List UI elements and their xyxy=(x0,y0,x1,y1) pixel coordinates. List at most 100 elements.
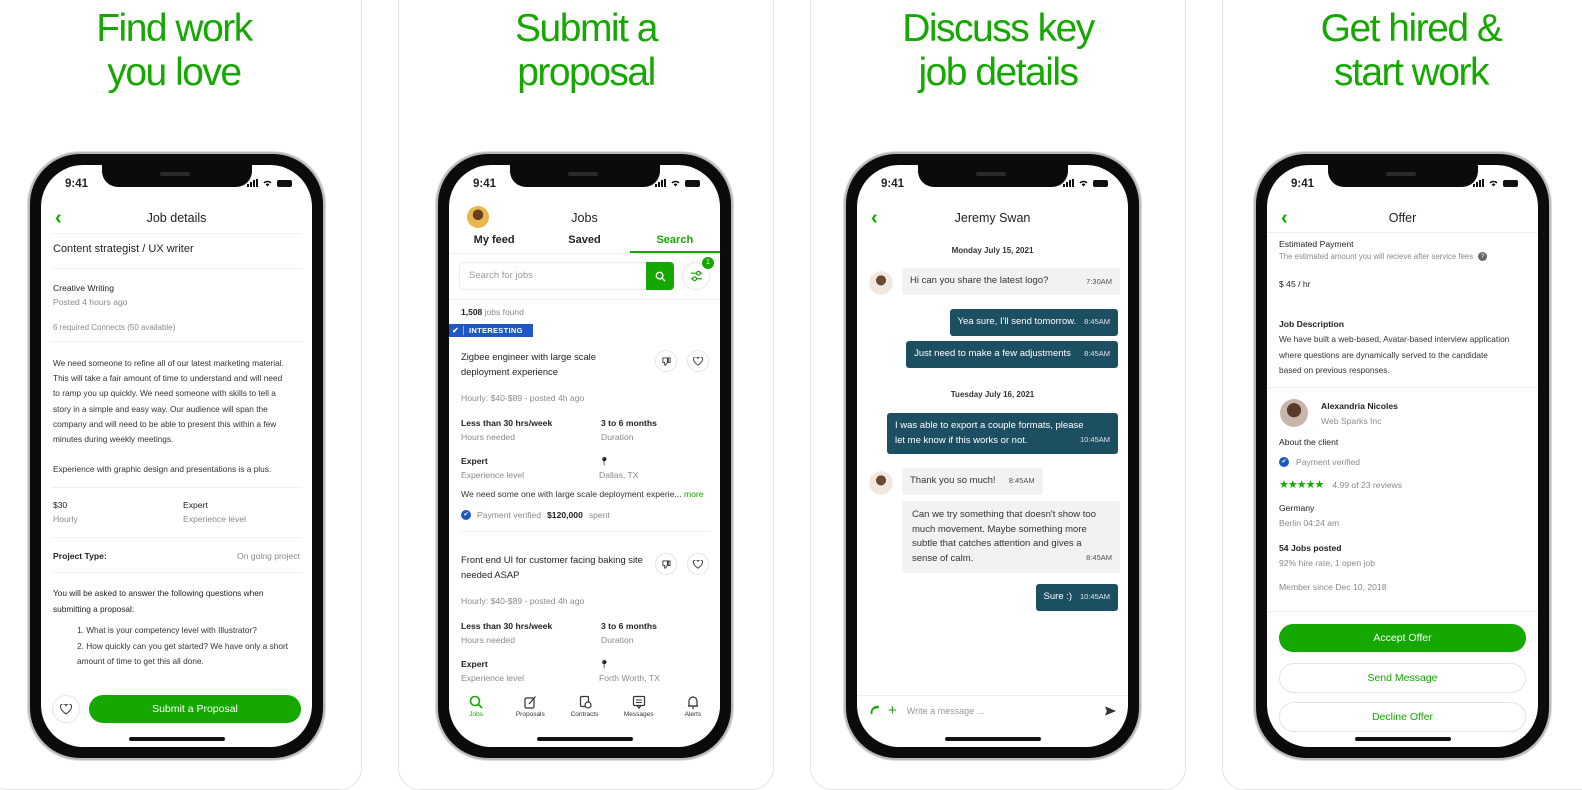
nav-bar: ‹ Jeremy Swan xyxy=(857,205,1128,231)
search-input[interactable]: Search for jobs xyxy=(459,262,646,290)
message-incoming: Hi can you share the latest logo? 7:30AM xyxy=(902,268,1120,295)
client-country: Germany xyxy=(1279,503,1315,513)
project-type-value: On going project xyxy=(236,551,300,561)
phone-jobs: 9:41 Jobs My feed Saved Search Search fo… xyxy=(436,152,733,760)
job-tabs: My feed Saved Search xyxy=(449,229,720,253)
phone-job-details: 9:41 ‹ Job details Content strategist / … xyxy=(28,152,325,760)
dislike-button[interactable] xyxy=(655,350,677,372)
tab-jobs[interactable]: Jobs xyxy=(449,691,503,727)
search-row: Search for jobs 1 xyxy=(459,257,714,291)
signal-icon xyxy=(655,179,666,187)
more-link[interactable]: more xyxy=(684,489,704,499)
edit-document-icon xyxy=(524,696,537,709)
accept-offer-button[interactable]: Accept Offer xyxy=(1279,624,1526,652)
screen: 9:41 Jobs My feed Saved Search Search fo… xyxy=(449,165,720,747)
job-listing-title[interactable]: Zigbee engineer with large scale deployme… xyxy=(461,349,596,379)
location-pin-icon: 📍︎ xyxy=(599,659,610,669)
wifi-icon xyxy=(263,180,272,187)
heart-icon xyxy=(693,559,703,569)
home-indicator xyxy=(128,737,225,741)
headline: Discuss key job details xyxy=(902,7,1095,94)
battery-icon xyxy=(1503,179,1518,187)
message-outgoing: I was able to export a couple formats, p… xyxy=(887,413,1118,454)
save-listing-button[interactable] xyxy=(687,350,709,372)
rate: $30 Hourly xyxy=(53,500,78,524)
notch xyxy=(917,165,1068,187)
tab-contracts[interactable]: Contracts xyxy=(557,691,611,727)
about-client-label: About the client xyxy=(1279,437,1339,447)
battery-icon xyxy=(277,179,292,187)
verified-check-icon: ✔ xyxy=(1279,457,1289,467)
message-outgoing: Just need to make a few adjustments 8:45… xyxy=(906,341,1118,368)
hire-rate: 92% hire rate, 1 open job xyxy=(1279,558,1376,568)
experience-level: Expert Experience level xyxy=(461,456,525,480)
tab-alerts[interactable]: Alerts xyxy=(666,691,720,727)
results-count: 1,508 jobs found xyxy=(461,307,524,317)
posted-time: Posted 4 hours ago xyxy=(53,297,128,307)
tab-search[interactable]: Search xyxy=(629,229,720,253)
decline-offer-button[interactable]: Decline Offer xyxy=(1279,702,1526,732)
thumbs-down-icon xyxy=(661,356,671,366)
date-header: Monday July 15, 2021 xyxy=(951,246,1034,255)
contact-avatar xyxy=(869,471,893,495)
tab-my-feed[interactable]: My feed xyxy=(449,229,539,253)
client-rating: ★★★★★ 4.99 of 23 reviews xyxy=(1279,479,1403,491)
tab-proposals[interactable]: Proposals xyxy=(503,691,557,727)
job-description: We need someone to refine all of our lat… xyxy=(53,358,284,475)
job-listing-title[interactable]: Front end UI for customer facing baking … xyxy=(461,552,643,582)
client-name: Alexandria Nicoles xyxy=(1321,401,1398,411)
user-avatar[interactable] xyxy=(467,206,489,228)
bottom-tab-bar: Jobs Proposals Contracts Messages Alerts xyxy=(449,691,720,727)
search-icon xyxy=(655,271,666,282)
message-input[interactable]: Write a message ... xyxy=(907,706,1105,716)
headline: Find work you love xyxy=(96,7,253,94)
search-button[interactable] xyxy=(646,262,674,290)
screen: 9:41 ‹ Offer Estimated Payment The estim… xyxy=(1267,165,1538,747)
signal-icon xyxy=(1063,179,1074,187)
save-listing-button[interactable] xyxy=(687,553,709,575)
heart-icon xyxy=(693,356,703,366)
screen: 9:41 ‹ Job details Content strategist / … xyxy=(41,165,312,747)
page-title: Job details xyxy=(146,211,207,225)
payment-status: ✔ Payment verified $120,000 spent xyxy=(461,508,610,522)
contact-name: Jeremy Swan xyxy=(954,211,1031,225)
message-composer: + Write a message ... xyxy=(857,695,1128,725)
attach-plus-icon[interactable]: + xyxy=(888,703,897,718)
battery-icon xyxy=(1093,179,1108,187)
wifi-icon xyxy=(671,180,680,187)
client-avatar xyxy=(1280,399,1308,427)
nav-bar: ‹ Offer xyxy=(1267,205,1538,231)
bell-icon xyxy=(687,696,698,709)
dislike-button[interactable] xyxy=(655,553,677,575)
back-chevron-icon[interactable]: ‹ xyxy=(1281,208,1288,228)
tab-messages[interactable]: Messages xyxy=(612,691,666,727)
contact-avatar xyxy=(869,271,893,295)
location: 📍︎ Dallas, TX xyxy=(599,456,639,480)
tab-saved[interactable]: Saved xyxy=(539,229,629,253)
home-indicator xyxy=(944,737,1041,741)
wifi-icon xyxy=(1489,180,1498,187)
duration: 3 to 6 months Duration xyxy=(601,418,657,442)
phone-call-icon[interactable] xyxy=(869,705,880,716)
submit-proposal-button[interactable]: Submit a Proposal xyxy=(89,695,301,723)
filter-button[interactable]: 1 xyxy=(682,257,714,290)
back-chevron-icon[interactable]: ‹ xyxy=(871,208,878,228)
help-icon[interactable]: ? xyxy=(1478,252,1488,261)
connects-info: 6 required Connects (50 available) xyxy=(53,323,176,332)
job-description-title: Job Description xyxy=(1279,319,1344,329)
notch xyxy=(101,165,252,187)
headline: Submit a proposal xyxy=(515,7,658,94)
home-indicator xyxy=(1354,737,1451,741)
message-incoming: Can we try something that doesn't show t… xyxy=(902,501,1120,573)
phone-chat: 9:41 ‹ Jeremy Swan Monday July 15, 2021 … xyxy=(844,152,1141,760)
interesting-banner: ✔ INTERESTING xyxy=(449,324,533,337)
job-title: Content strategist / UX writer xyxy=(53,243,194,255)
send-message-button[interactable]: Send Message xyxy=(1279,663,1526,693)
message-icon xyxy=(632,695,645,709)
estimated-payment-title: Estimated Payment xyxy=(1279,239,1354,249)
send-icon[interactable] xyxy=(1105,705,1116,716)
save-job-button[interactable] xyxy=(52,695,80,723)
back-chevron-icon[interactable]: ‹ xyxy=(55,208,62,228)
hours-needed: Less than 30 hrs/week Hours needed xyxy=(461,418,553,442)
notch xyxy=(1327,165,1478,187)
